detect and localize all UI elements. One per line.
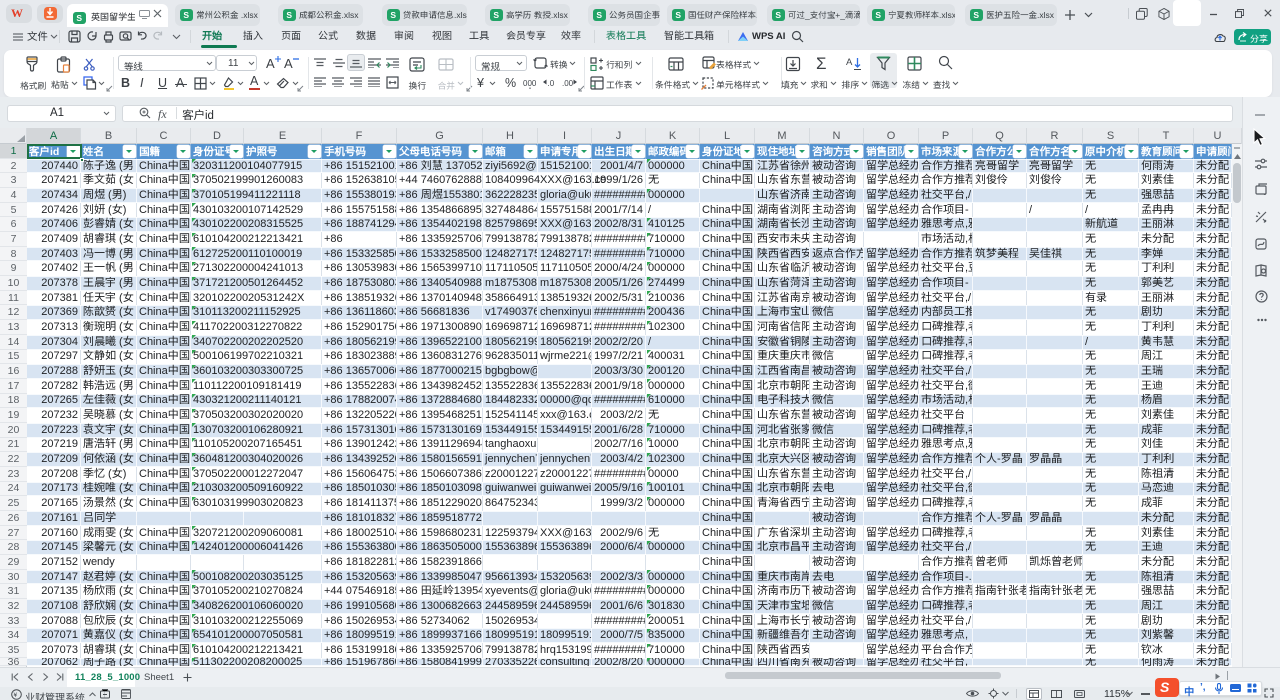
svg-text:.0: .0: [548, 79, 555, 88]
svg-text:¥: ¥: [14, 692, 18, 699]
svg-text:.00: .00: [562, 79, 574, 88]
svg-text:000: 000: [523, 79, 537, 88]
svg-text:A: A: [846, 57, 853, 68]
